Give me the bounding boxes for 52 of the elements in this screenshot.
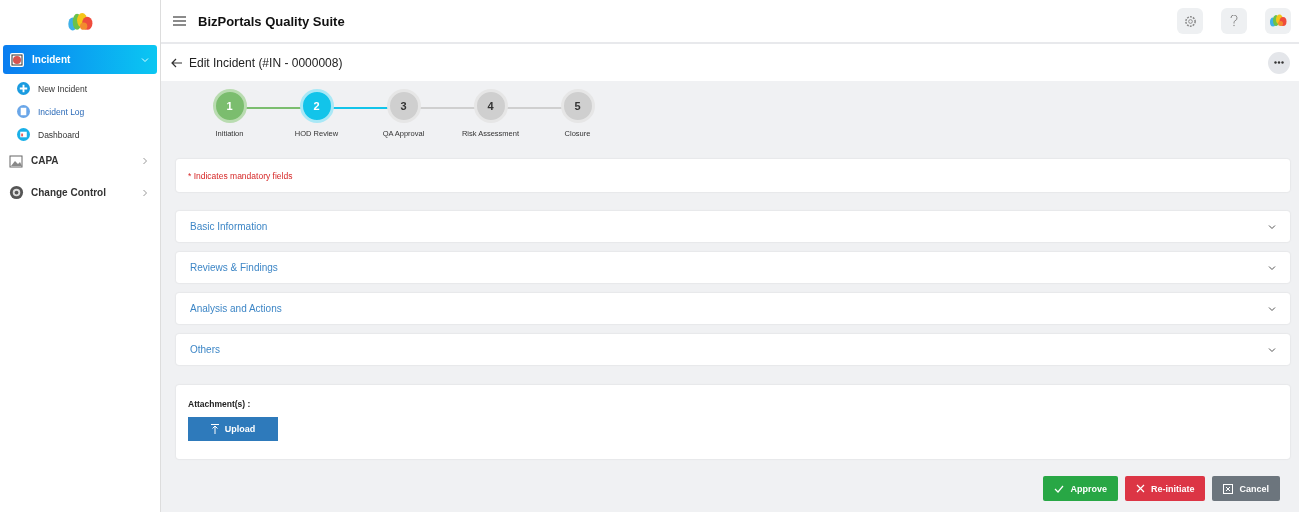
- chevron-icon: [141, 188, 149, 197]
- incident-icon: [9, 51, 25, 68]
- page-title: Edit Incident (#IN - 0000008): [189, 55, 344, 70]
- plus-icon: [17, 82, 30, 95]
- chevron-icon: [141, 156, 149, 165]
- upload-button[interactable]: Upload: [188, 417, 278, 441]
- menu-icon[interactable]: [173, 16, 186, 26]
- sidebar-subitem[interactable]: New Incident: [3, 77, 157, 100]
- upload-icon: [210, 424, 219, 434]
- chevron-icon: [1268, 304, 1276, 313]
- section-header[interactable]: Basic Information: [176, 211, 1290, 242]
- sidebar-subitem[interactable]: Dashboard: [3, 123, 157, 146]
- app-title: BizPortals Quality Suite: [198, 13, 346, 29]
- reinitiate-button[interactable]: Re-initiate: [1124, 476, 1206, 501]
- logo-icon: [1268, 14, 1288, 28]
- check-icon: [1054, 484, 1065, 493]
- profile-button[interactable]: [1265, 8, 1291, 34]
- chevron-icon: [1268, 263, 1276, 272]
- sidebar-item[interactable]: CAPA: [3, 146, 157, 175]
- step-connector: [244, 107, 302, 109]
- gear-icon: [9, 185, 24, 200]
- step-circle[interactable]: 3: [386, 89, 421, 123]
- settings-icon: [1183, 14, 1197, 28]
- step-circle[interactable]: 4: [473, 89, 508, 123]
- approve-button[interactable]: Approve: [1043, 476, 1118, 501]
- step-connector: [418, 107, 476, 109]
- sidebar-item[interactable]: Incident: [3, 45, 157, 74]
- step-connector: [505, 107, 563, 109]
- chevron-icon: [1268, 345, 1276, 354]
- more-button[interactable]: [1268, 51, 1290, 74]
- sidebar-subitem[interactable]: Incident Log: [3, 100, 157, 123]
- close-box-icon: [1223, 483, 1234, 494]
- section-header[interactable]: Analysis and Actions: [176, 293, 1290, 324]
- section-header[interactable]: Others: [176, 334, 1290, 365]
- section-header[interactable]: Reviews & Findings: [176, 252, 1290, 283]
- image-icon: [9, 153, 24, 168]
- chevron-icon: [141, 55, 149, 64]
- attachment-label: Attachment(s) :: [188, 399, 252, 409]
- dashboard-icon: [17, 128, 30, 141]
- step-circle[interactable]: 5: [560, 89, 595, 123]
- sidebar-item[interactable]: Change Control: [3, 178, 157, 207]
- mandatory-note: * Indicates mandatory fields: [188, 170, 293, 181]
- logo-icon: [65, 12, 95, 32]
- cancel-button[interactable]: Cancel: [1212, 476, 1280, 501]
- back-arrow-icon[interactable]: [171, 57, 183, 68]
- log-icon: [17, 105, 30, 118]
- step-connector: [331, 107, 389, 109]
- settings-button[interactable]: [1177, 8, 1203, 34]
- more-icon: [1274, 61, 1284, 64]
- chevron-icon: [1268, 222, 1276, 231]
- close-icon: [1135, 484, 1145, 493]
- help-icon: [1230, 15, 1238, 27]
